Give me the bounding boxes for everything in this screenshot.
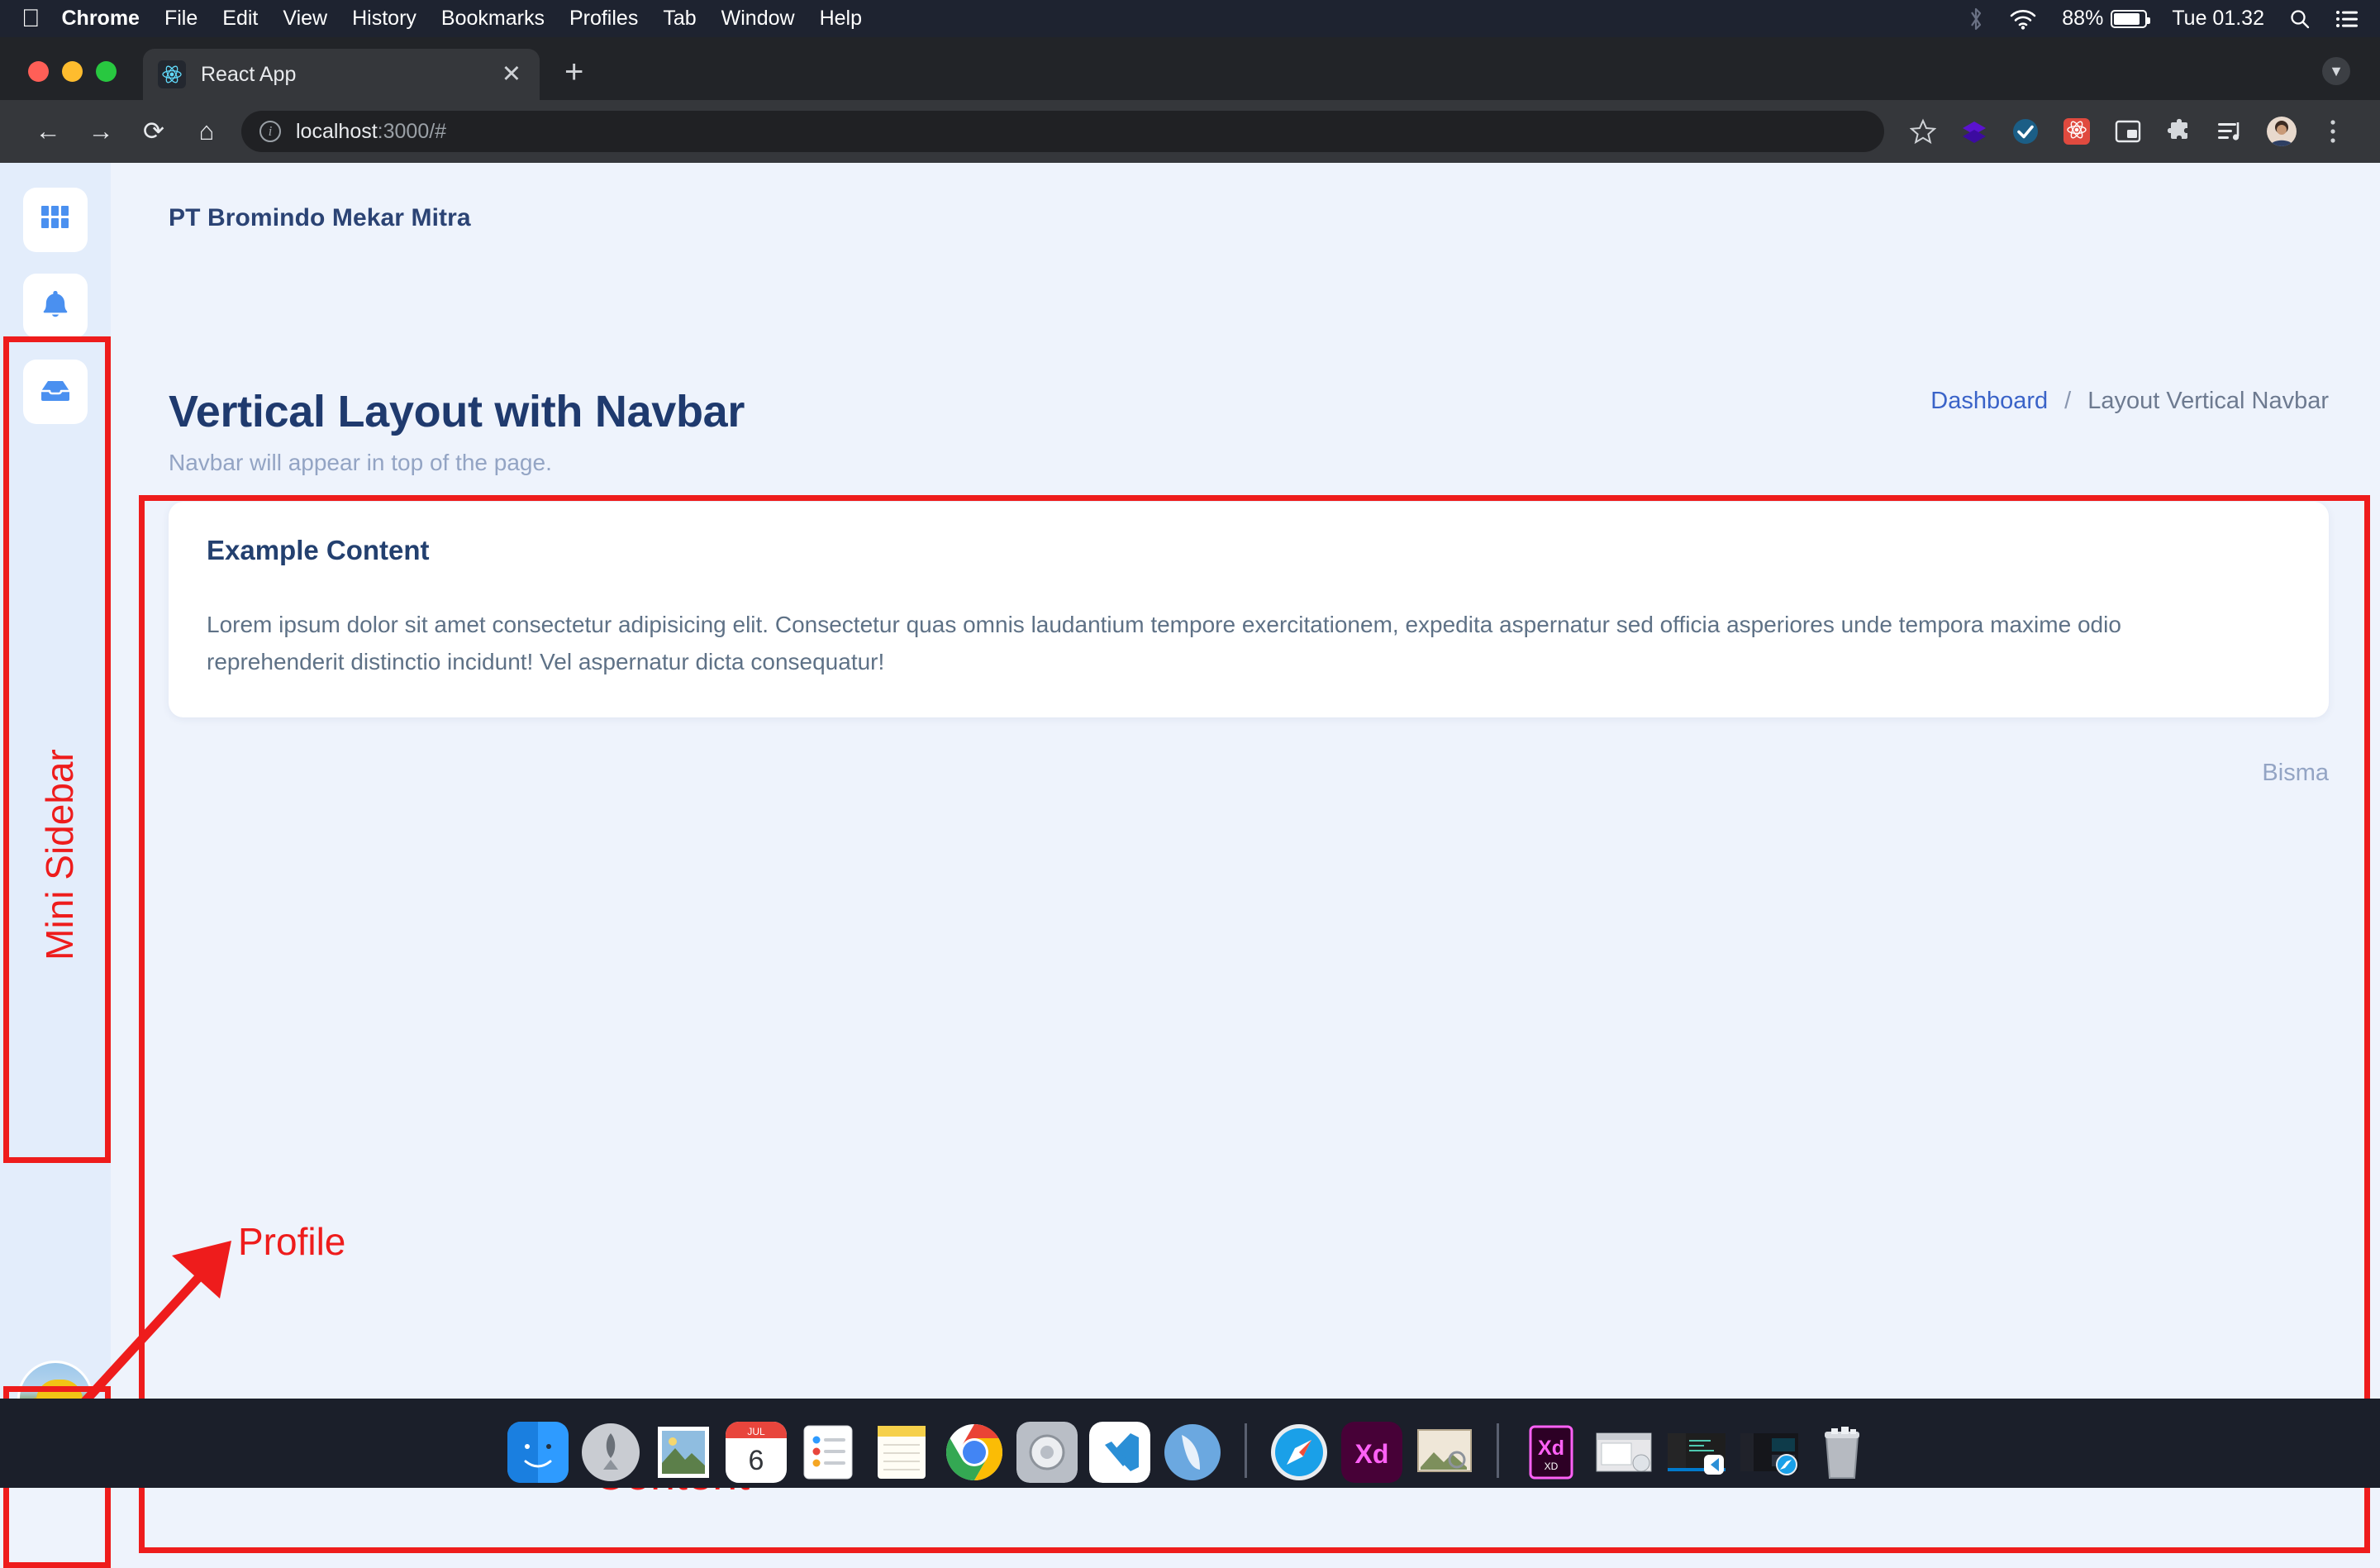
battery-percent-label: 88%	[2062, 7, 2103, 31]
layers-extension-icon[interactable]	[1949, 117, 2000, 146]
system-preferences-icon[interactable]	[1016, 1422, 1078, 1483]
menu-item-window[interactable]: Window	[721, 7, 795, 31]
minimize-window-button[interactable]	[62, 61, 83, 82]
close-icon[interactable]: ✕	[498, 63, 525, 87]
safari-icon[interactable]	[1269, 1422, 1330, 1483]
apple-icon[interactable]: 	[21, 7, 40, 31]
adobe-xd-file-icon[interactable]: Xd XD	[1521, 1422, 1582, 1483]
close-window-button[interactable]	[28, 61, 49, 82]
reload-icon[interactable]: ⟳	[127, 117, 180, 146]
card-title: Example Content	[207, 535, 2291, 566]
page-subtitle: Navbar will appear in top of the page.	[169, 450, 552, 476]
content-region: Vertical Layout with Navbar Navbar will …	[111, 313, 2380, 1488]
menu-item-chrome[interactable]: Chrome	[62, 7, 140, 31]
dashboard-grid-icon	[40, 203, 71, 238]
inbox-icon	[39, 374, 72, 411]
browser-tab-strip: React App ✕ + ▼	[0, 37, 2380, 100]
menu-item-edit[interactable]: Edit	[222, 7, 258, 31]
new-tab-button[interactable]: +	[564, 55, 583, 88]
app-brand-title: PT Bromindo Mekar Mitra	[169, 204, 471, 232]
minimized-window-safari[interactable]	[1739, 1422, 1800, 1483]
bookmark-star-icon[interactable]	[1897, 118, 1949, 145]
notes-icon[interactable]	[871, 1422, 932, 1483]
url-host: localhost	[296, 120, 378, 143]
page-main: PT Bromindo Mekar Mitra Vertical Layout …	[111, 163, 2380, 1488]
sequel-pro-icon[interactable]	[1162, 1422, 1223, 1483]
dock-separator-1	[1245, 1423, 1247, 1478]
react-favicon	[158, 60, 186, 88]
chrome-icon[interactable]	[944, 1422, 1005, 1483]
wifi-icon[interactable]	[2009, 8, 2037, 30]
card-body-text: Lorem ipsum dolor sit amet consectetur a…	[207, 606, 2206, 681]
trash-icon[interactable]	[1811, 1422, 1873, 1483]
footer-note: Bisma	[2262, 760, 2329, 787]
menu-item-view[interactable]: View	[283, 7, 327, 31]
minimized-window-finder[interactable]	[1593, 1422, 1654, 1483]
svg-text:Xd: Xd	[1538, 1437, 1564, 1460]
web-page-viewport: PT Bromindo Mekar Mitra Vertical Layout …	[0, 163, 2380, 1488]
forward-arrow-icon[interactable]: →	[74, 117, 127, 146]
finder-icon[interactable]	[507, 1422, 569, 1483]
macos-dock: JUL 6	[0, 1399, 2380, 1488]
check-badge-extension-icon[interactable]	[2000, 117, 2051, 146]
sidebar-item-inbox[interactable]	[23, 360, 88, 424]
photos-stamp-icon[interactable]	[653, 1422, 714, 1483]
profile-avatar-icon[interactable]	[2256, 116, 2307, 147]
chrome-menu-icon[interactable]	[2307, 118, 2359, 145]
back-arrow-icon[interactable]: ←	[21, 117, 74, 146]
extensions-puzzle-icon[interactable]	[2154, 118, 2205, 145]
home-icon[interactable]: ⌂	[180, 117, 233, 146]
battery-icon	[2111, 10, 2147, 28]
preview-image-icon[interactable]	[1414, 1422, 1475, 1483]
chevron-down-icon[interactable]: ▼	[2322, 57, 2350, 85]
address-bar-url: localhost:3000/#	[296, 120, 446, 144]
breadcrumb-current: Layout Vertical Navbar	[2087, 388, 2329, 415]
calendar-icon[interactable]: JUL 6	[726, 1422, 787, 1483]
example-content-card: Example Content Lorem ipsum dolor sit am…	[169, 502, 2329, 717]
dock-items: JUL 6	[507, 1399, 1873, 1488]
breadcrumb: Dashboard / Layout Vertical Navbar	[1930, 388, 2329, 415]
react-devtools-extension-icon[interactable]	[2051, 117, 2102, 145]
macos-menu-bar:  Chrome File Edit View History Bookmark…	[0, 0, 2380, 37]
reading-list-icon[interactable]	[2205, 119, 2256, 144]
address-bar[interactable]: i localhost:3000/#	[241, 111, 1884, 152]
reminders-icon[interactable]	[798, 1422, 859, 1483]
minimized-window-vscode[interactable]	[1666, 1422, 1727, 1483]
maximize-window-button[interactable]	[96, 61, 117, 82]
bluetooth-icon[interactable]	[1968, 7, 1984, 31]
page-title: Vertical Layout with Navbar	[169, 386, 745, 437]
menubar-clock[interactable]: Tue 01.32	[2172, 7, 2264, 31]
browser-tab[interactable]: React App ✕	[143, 49, 540, 100]
svg-text:JUL: JUL	[747, 1426, 765, 1437]
battery-indicator[interactable]: 88%	[2062, 7, 2147, 31]
menu-item-bookmarks[interactable]: Bookmarks	[441, 7, 545, 31]
svg-text:XD: XD	[1545, 1461, 1559, 1472]
url-path: :3000/#	[378, 120, 446, 143]
launchpad-icon[interactable]	[580, 1422, 641, 1483]
menu-item-profiles[interactable]: Profiles	[569, 7, 638, 31]
sidebar-item-dashboard[interactable]	[23, 188, 88, 252]
control-center-icon[interactable]	[2335, 10, 2359, 28]
browser-tab-title: React App	[201, 63, 498, 87]
mini-sidebar	[0, 163, 111, 1488]
breadcrumb-separator: /	[2064, 388, 2071, 415]
sidebar-item-notifications[interactable]	[23, 274, 88, 338]
menu-item-help[interactable]: Help	[820, 7, 862, 31]
vscode-icon[interactable]	[1089, 1422, 1150, 1483]
browser-toolbar: ← → ⟳ ⌂ i localhost:3000/#	[0, 100, 2380, 163]
adobe-xd-icon[interactable]: Xd	[1341, 1422, 1402, 1483]
menu-item-file[interactable]: File	[164, 7, 198, 31]
site-info-icon[interactable]: i	[259, 121, 281, 142]
spotlight-search-icon[interactable]	[2289, 8, 2311, 30]
window-traffic-lights	[0, 61, 133, 100]
svg-text:Xd: Xd	[1355, 1439, 1389, 1469]
picture-in-picture-icon[interactable]	[2102, 118, 2154, 145]
chrome-browser-window: React App ✕ + ▼ ← → ⟳ ⌂ i localhost:3000…	[0, 37, 2380, 1488]
breadcrumb-link-dashboard[interactable]: Dashboard	[1930, 388, 2048, 415]
menu-item-history[interactable]: History	[352, 7, 416, 31]
menu-item-tab[interactable]: Tab	[663, 7, 696, 31]
dock-separator-2	[1497, 1423, 1499, 1478]
svg-text:6: 6	[749, 1445, 764, 1476]
bell-icon	[39, 288, 72, 325]
